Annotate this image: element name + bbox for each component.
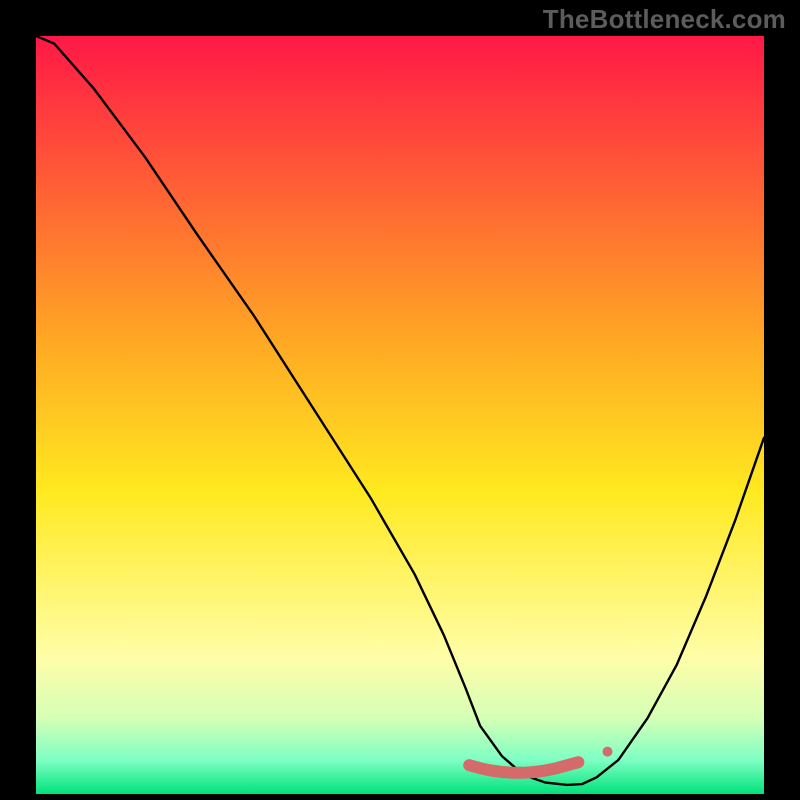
chart-svg xyxy=(36,36,764,794)
watermark-text: TheBottleneck.com xyxy=(543,4,786,35)
right-dot xyxy=(603,747,613,757)
plot-background xyxy=(36,36,764,794)
chart-container: TheBottleneck.com xyxy=(0,0,800,800)
